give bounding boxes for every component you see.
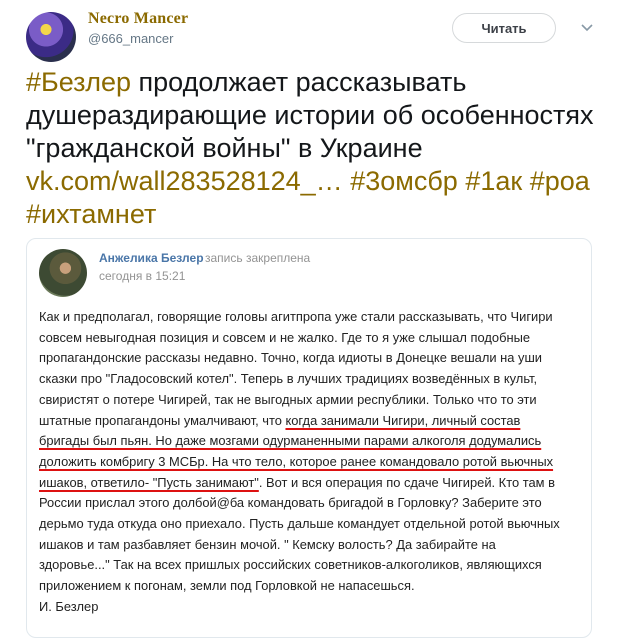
vk-signature: И. Безлер bbox=[39, 598, 99, 614]
tweet-link[interactable]: vk.com/wall283528124_… bbox=[26, 166, 343, 196]
vk-post-image[interactable]: Анжелика Безлер запись закреплена сегодн… bbox=[26, 238, 592, 638]
vk-author-name: Анжелика Безлер bbox=[99, 251, 204, 265]
author-name[interactable]: Necro Mancer bbox=[88, 10, 188, 28]
vk-author-avatar bbox=[39, 249, 87, 297]
tweet-text: #Безлер продолжает рассказывать душеразд… bbox=[26, 66, 596, 231]
vk-post-paragraph: Как и предполагал, говорящие головы агит… bbox=[39, 307, 569, 597]
vk-text-part-2: . Вот и вся операция по сдаче Чигирей. К… bbox=[39, 474, 560, 594]
hashtag-ikhtamnet[interactable]: #ихтамнет bbox=[26, 199, 156, 229]
author-avatar[interactable] bbox=[26, 12, 76, 62]
vk-text-part-1: Как и предполагал, говорящие головы агит… bbox=[39, 309, 553, 428]
hashtag-1ak[interactable]: #1ак bbox=[465, 166, 522, 196]
chevron-down-icon[interactable] bbox=[581, 24, 593, 32]
vk-post-body: Как и предполагал, говорящие головы агит… bbox=[39, 307, 569, 618]
vk-post-time: сегодня в 15:21 bbox=[99, 269, 186, 283]
hashtag-bezler[interactable]: #Безлер bbox=[26, 67, 131, 97]
hashtag-roa[interactable]: #роа bbox=[530, 166, 590, 196]
hashtag-3omsbr[interactable]: #3омсбр bbox=[350, 166, 458, 196]
follow-button[interactable]: Читать bbox=[452, 13, 556, 43]
author-handle[interactable]: @666_mancer bbox=[88, 31, 173, 46]
vk-pinned-label: запись закреплена bbox=[205, 251, 311, 265]
